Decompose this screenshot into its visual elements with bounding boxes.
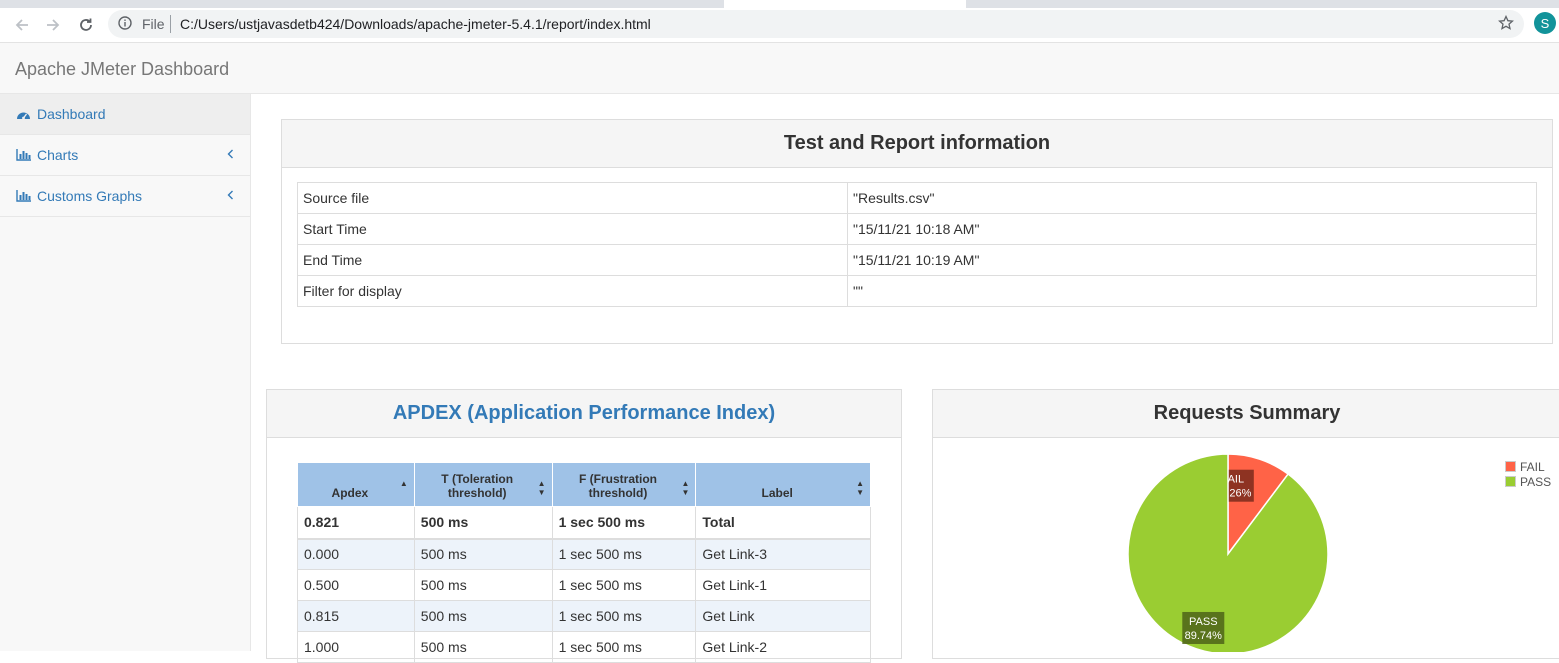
apdex-cell: 1.000 <box>297 631 415 663</box>
slice-percent-text: 89.74% <box>1185 630 1223 642</box>
sort-icon[interactable]: ▲ ▼ <box>681 479 689 497</box>
requests-pie-chart: FAIL10.26%PASS89.74% <box>1127 453 1329 655</box>
chart-legend: FAIL PASS <box>1505 459 1551 489</box>
info-value: "" <box>847 275 1537 307</box>
bar-chart-icon <box>16 189 32 203</box>
label-cell: Get Link-3 <box>695 538 871 570</box>
apdex-cell: 0.500 <box>297 569 415 601</box>
column-header-toleration[interactable]: T (Toleration threshold) ▲ ▼ <box>413 462 553 507</box>
divider <box>170 15 171 33</box>
table-row: Start Time "15/11/21 10:18 AM" <box>297 213 1537 245</box>
forward-icon[interactable] <box>40 12 66 38</box>
table-row: Filter for display "" <box>297 275 1537 307</box>
total-row: 0.821 500 ms 1 sec 500 ms Total <box>297 506 871 540</box>
apdex-cell: 0.000 <box>297 538 415 570</box>
dashboard-icon <box>16 107 32 121</box>
toleration-cell: 500 ms <box>413 600 553 632</box>
column-header-label[interactable]: Label ▲ ▼ <box>695 462 871 507</box>
column-header-apdex[interactable]: Apdex ▲ <box>297 462 415 507</box>
info-key: End Time <box>297 244 848 276</box>
panel-title[interactable]: APDEX (Application Performance Index) <box>267 390 901 438</box>
reload-icon[interactable] <box>73 12 99 38</box>
toleration-cell: 500 ms <box>413 631 553 663</box>
sidebar-item-dashboard[interactable]: Dashboard <box>0 94 250 135</box>
legend-label: FAIL <box>1520 459 1545 474</box>
label-cell: Total <box>695 506 871 540</box>
apdex-panel: APDEX (Application Performance Index) Ap… <box>266 389 902 663</box>
sidebar-item-charts[interactable]: Charts <box>0 135 250 176</box>
requests-summary-panel: Requests Summary FAIL 10.26% PASS 89.74% FA… <box>932 389 1559 659</box>
legend-swatch <box>1505 461 1516 472</box>
table-row: 0.500 500 ms 1 sec 500 ms Get Link-1 <box>297 569 871 601</box>
sidebar: Dashboard Charts Customs Graphs <box>0 94 251 651</box>
info-icon[interactable] <box>118 16 132 35</box>
panel-title: Requests Summary <box>933 390 1559 438</box>
frustration-cell: 1 sec 500 ms <box>551 600 697 632</box>
toleration-cell: 500 ms <box>413 538 553 570</box>
table-row: End Time "15/11/21 10:19 AM" <box>297 244 1537 276</box>
legend-label: PASS <box>1520 474 1552 489</box>
label-cell: Get Link <box>695 600 871 632</box>
column-header-frustration[interactable]: F (Frustration threshold) ▲ ▼ <box>551 462 697 507</box>
toleration-cell: 500 ms <box>413 569 553 601</box>
sort-asc-icon[interactable]: ▲ <box>400 479 408 488</box>
sidebar-item-customs-graphs[interactable]: Customs Graphs <box>0 176 250 217</box>
info-key: Source file <box>297 182 848 214</box>
frustration-cell: 1 sec 500 ms <box>551 538 697 570</box>
chevron-left-icon[interactable] <box>227 188 234 203</box>
sort-icon[interactable]: ▲ ▼ <box>856 479 864 497</box>
chevron-left-icon[interactable] <box>227 147 234 162</box>
profile-avatar[interactable]: S <box>1534 12 1556 34</box>
app-title[interactable]: Apache JMeter Dashboard <box>15 59 229 80</box>
scheme-label: File <box>142 16 165 32</box>
active-tab[interactable] <box>724 0 966 8</box>
frustration-cell: 1 sec 500 ms <box>551 631 697 663</box>
info-key: Filter for display <box>297 275 848 307</box>
app-header: Apache JMeter Dashboard <box>0 43 1559 94</box>
info-key: Start Time <box>297 213 848 245</box>
legend-swatch <box>1505 476 1516 487</box>
report-info-panel: Test and Report information Source file … <box>281 119 1553 344</box>
sidebar-item-label: Dashboard <box>37 106 106 122</box>
slice-category-text: PASS <box>1189 616 1218 628</box>
label-cell: Get Link-2 <box>695 631 871 663</box>
browser-toolbar: File C:/Users/ustjavasdetb424/Downloads/… <box>0 8 1559 43</box>
slice-label-pass: PASS 89.74% <box>1182 611 1225 644</box>
url-text[interactable]: C:/Users/ustjavasdetb424/Downloads/apach… <box>180 16 651 32</box>
address-bar[interactable]: File C:/Users/ustjavasdetb424/Downloads/… <box>108 10 1524 38</box>
table-row: 0.000 500 ms 1 sec 500 ms Get Link-3 <box>297 538 871 570</box>
info-value: "15/11/21 10:18 AM" <box>847 213 1537 245</box>
label-cell: Get Link-1 <box>695 569 871 601</box>
apdex-table: Apdex ▲ T (Toleration threshold) ▲ ▼ F (Fru… <box>297 462 871 663</box>
sidebar-item-label: Charts <box>37 147 79 163</box>
info-value: "Results.csv" <box>847 182 1537 214</box>
info-value: "15/11/21 10:19 AM" <box>847 244 1537 276</box>
frustration-cell: 1 sec 500 ms <box>551 506 697 540</box>
sort-icon[interactable]: ▲ ▼ <box>538 479 546 497</box>
pie-slice-pass[interactable] <box>1127 453 1329 655</box>
table-row: 0.815 500 ms 1 sec 500 ms Get Link <box>297 600 871 632</box>
browser-tab-strip <box>0 0 1559 8</box>
bar-chart-icon <box>16 148 32 162</box>
table-row: 1.000 500 ms 1 sec 500 ms Get Link-2 <box>297 631 871 663</box>
report-info-table: Source file "Results.csv" Start Time "15… <box>297 182 1537 307</box>
legend-item-fail[interactable]: FAIL <box>1505 459 1551 474</box>
apdex-cell: 0.821 <box>297 506 415 540</box>
toleration-cell: 500 ms <box>413 506 553 540</box>
table-row: Source file "Results.csv" <box>297 182 1537 214</box>
apdex-cell: 0.815 <box>297 600 415 632</box>
bookmark-star-icon[interactable] <box>1498 14 1514 36</box>
frustration-cell: 1 sec 500 ms <box>551 569 697 601</box>
pie-chart-area: FAIL 10.26% PASS 89.74% <box>933 438 1559 655</box>
sidebar-item-label: Customs Graphs <box>37 188 143 204</box>
back-icon[interactable] <box>9 12 35 38</box>
legend-item-pass[interactable]: PASS <box>1505 474 1551 489</box>
panel-title: Test and Report information <box>282 120 1552 168</box>
